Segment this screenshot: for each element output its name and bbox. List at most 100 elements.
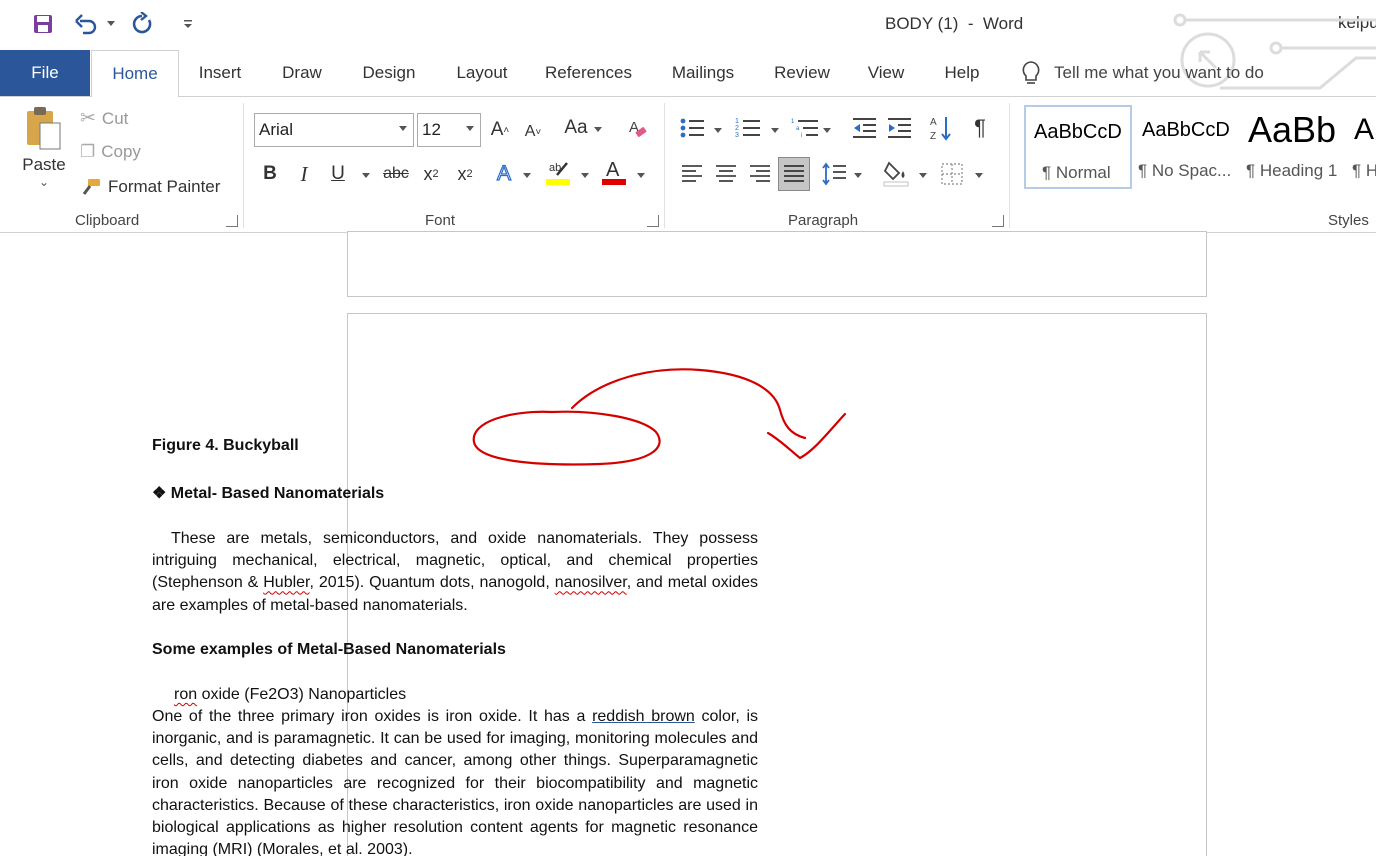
save-icon[interactable] <box>30 10 56 38</box>
multilevel-dropdown-icon[interactable] <box>823 128 831 133</box>
copy-button[interactable]: ❐ Copy <box>80 142 141 162</box>
text-run: One of the three primary iron oxides is … <box>152 708 593 725</box>
separator <box>1009 103 1010 228</box>
bullets-dropdown-icon[interactable] <box>714 128 722 133</box>
lightbulb-icon <box>1022 61 1040 84</box>
sort-icon[interactable]: AZ <box>928 113 954 143</box>
multilevel-list-icon[interactable]: 1ai <box>790 115 820 141</box>
spelling-error: nanosilver <box>554 574 627 592</box>
font-launcher-icon[interactable] <box>647 215 659 227</box>
text-effects-icon[interactable]: A <box>492 159 516 189</box>
justify-icon[interactable] <box>778 157 810 191</box>
underline-icon[interactable]: U <box>326 159 350 189</box>
clipboard-launcher-icon[interactable] <box>226 215 238 227</box>
tab-insert[interactable]: Insert <box>186 50 254 96</box>
decrease-indent-icon[interactable] <box>850 115 878 141</box>
svg-text:2: 2 <box>735 125 739 132</box>
paste-dropdown-icon[interactable]: ⌄ <box>39 175 49 189</box>
svg-text:Z: Z <box>930 131 936 142</box>
bullets-icon[interactable] <box>678 115 706 141</box>
grammar-flag: reddish brown <box>592 708 695 725</box>
highlight-dropdown-icon[interactable] <box>581 173 589 178</box>
tab-layout[interactable]: Layout <box>444 50 520 96</box>
text-run: , 2015). Quantum dots, nanogold, <box>309 574 555 592</box>
tab-help[interactable]: Help <box>934 50 990 96</box>
borders-icon[interactable] <box>938 159 966 189</box>
svg-text:A: A <box>930 117 937 128</box>
customize-qat-icon[interactable] <box>178 10 198 38</box>
style-heading-1[interactable]: AaBb ¶ Heading 1 <box>1244 105 1348 189</box>
paste-button[interactable]: Paste ⌄ <box>22 105 66 189</box>
underline-dropdown-icon[interactable] <box>362 173 370 178</box>
italic-icon[interactable]: I <box>292 159 316 189</box>
tell-me-text: Tell me what you want to do <box>1054 63 1264 82</box>
bold-icon[interactable]: B <box>258 159 282 189</box>
tell-me-box[interactable]: Tell me what you want to do <box>1020 50 1264 96</box>
shading-icon[interactable] <box>882 157 910 189</box>
tab-view[interactable]: View <box>858 50 914 96</box>
subscript-icon[interactable]: x2 <box>418 159 444 189</box>
tab-references[interactable]: References <box>537 50 640 96</box>
shading-dropdown-icon[interactable] <box>919 173 927 178</box>
paragraph-group-label: Paragraph <box>788 212 859 229</box>
tab-file[interactable]: File <box>0 50 90 96</box>
ribbon: Paste ⌄ ✂ Cut ❐ Copy Format Painter Clip… <box>0 96 1376 233</box>
text-effects-dropdown-icon[interactable] <box>523 173 531 178</box>
line-spacing-icon[interactable] <box>820 159 848 189</box>
show-formatting-marks-icon[interactable]: ¶ <box>968 115 992 141</box>
undo-dropdown-icon[interactable] <box>107 21 115 26</box>
increase-indent-icon[interactable] <box>885 115 913 141</box>
cut-button[interactable]: ✂ Cut <box>80 107 128 130</box>
superscript-icon[interactable]: x2 <box>452 159 478 189</box>
grow-font-icon[interactable]: A ˄ <box>488 115 512 145</box>
styles-group-label: Styles <box>1328 212 1369 229</box>
tab-home[interactable]: Home <box>91 50 179 97</box>
spelling-error: Hubler <box>263 574 310 592</box>
strikethrough-icon[interactable]: abc <box>381 159 411 189</box>
spelling-error: ron <box>174 686 198 703</box>
tab-review[interactable]: Review <box>765 50 839 96</box>
highlight-icon[interactable]: ab <box>544 155 572 189</box>
user-name[interactable]: kelpu <box>1338 13 1376 33</box>
borders-dropdown-icon[interactable] <box>975 173 983 178</box>
copy-label: Copy <box>101 142 141 161</box>
format-painter-button[interactable]: Format Painter <box>80 177 220 197</box>
style-normal[interactable]: AaBbCcD ¶ Normal <box>1024 105 1132 189</box>
shrink-font-icon[interactable]: A ˅ <box>522 119 544 145</box>
separator <box>664 103 665 228</box>
figure-caption: Figure 4. Buckyball <box>152 437 299 454</box>
numbering-dropdown-icon[interactable] <box>771 128 779 133</box>
svg-text:1: 1 <box>735 118 739 125</box>
redo-icon[interactable] <box>128 10 156 38</box>
svg-text:A: A <box>606 159 620 181</box>
font-color-icon[interactable]: A <box>600 155 628 189</box>
page-previous <box>347 231 1207 297</box>
change-case-dropdown-icon[interactable] <box>594 127 602 132</box>
clear-formatting-icon[interactable]: A <box>624 115 650 141</box>
subheading-iron-oxide: ron oxide (Fe2O3) Nanoparticles <box>174 684 674 706</box>
numbering-icon[interactable]: 123 <box>734 115 762 141</box>
text-run: oxide (Fe2O3) Nanoparticles <box>197 686 407 703</box>
undo-icon[interactable] <box>72 10 100 38</box>
style-heading-2[interactable]: A ¶ H <box>1348 105 1376 189</box>
style-name: ¶ Heading 1 <box>1246 161 1338 180</box>
paragraph-launcher-icon[interactable] <box>992 215 1004 227</box>
style-name: ¶ No Spac... <box>1138 161 1232 180</box>
tab-draw[interactable]: Draw <box>270 50 334 96</box>
scissors-icon: ✂ <box>80 108 96 129</box>
align-right-icon[interactable] <box>746 159 774 189</box>
align-center-icon[interactable] <box>712 159 740 189</box>
font-size-select[interactable]: 12 <box>417 113 481 147</box>
font-color-dropdown-icon[interactable] <box>637 173 645 178</box>
align-left-icon[interactable] <box>678 159 706 189</box>
font-name-select[interactable]: Arial <box>254 113 414 147</box>
svg-text:a: a <box>796 126 800 132</box>
line-spacing-dropdown-icon[interactable] <box>854 173 862 178</box>
chevron-down-icon <box>466 126 474 131</box>
document-area[interactable]: Figure 4. Buckyball ❖ Metal- Based Nanom… <box>0 231 1376 856</box>
style-no-spacing[interactable]: AaBbCcD ¶ No Spac... <box>1134 105 1242 189</box>
tab-design[interactable]: Design <box>350 50 428 96</box>
change-case-button[interactable]: Aa <box>562 115 590 141</box>
tab-mailings[interactable]: Mailings <box>660 50 746 96</box>
heading-examples: Some examples of Metal-Based Nanomateria… <box>152 641 506 658</box>
